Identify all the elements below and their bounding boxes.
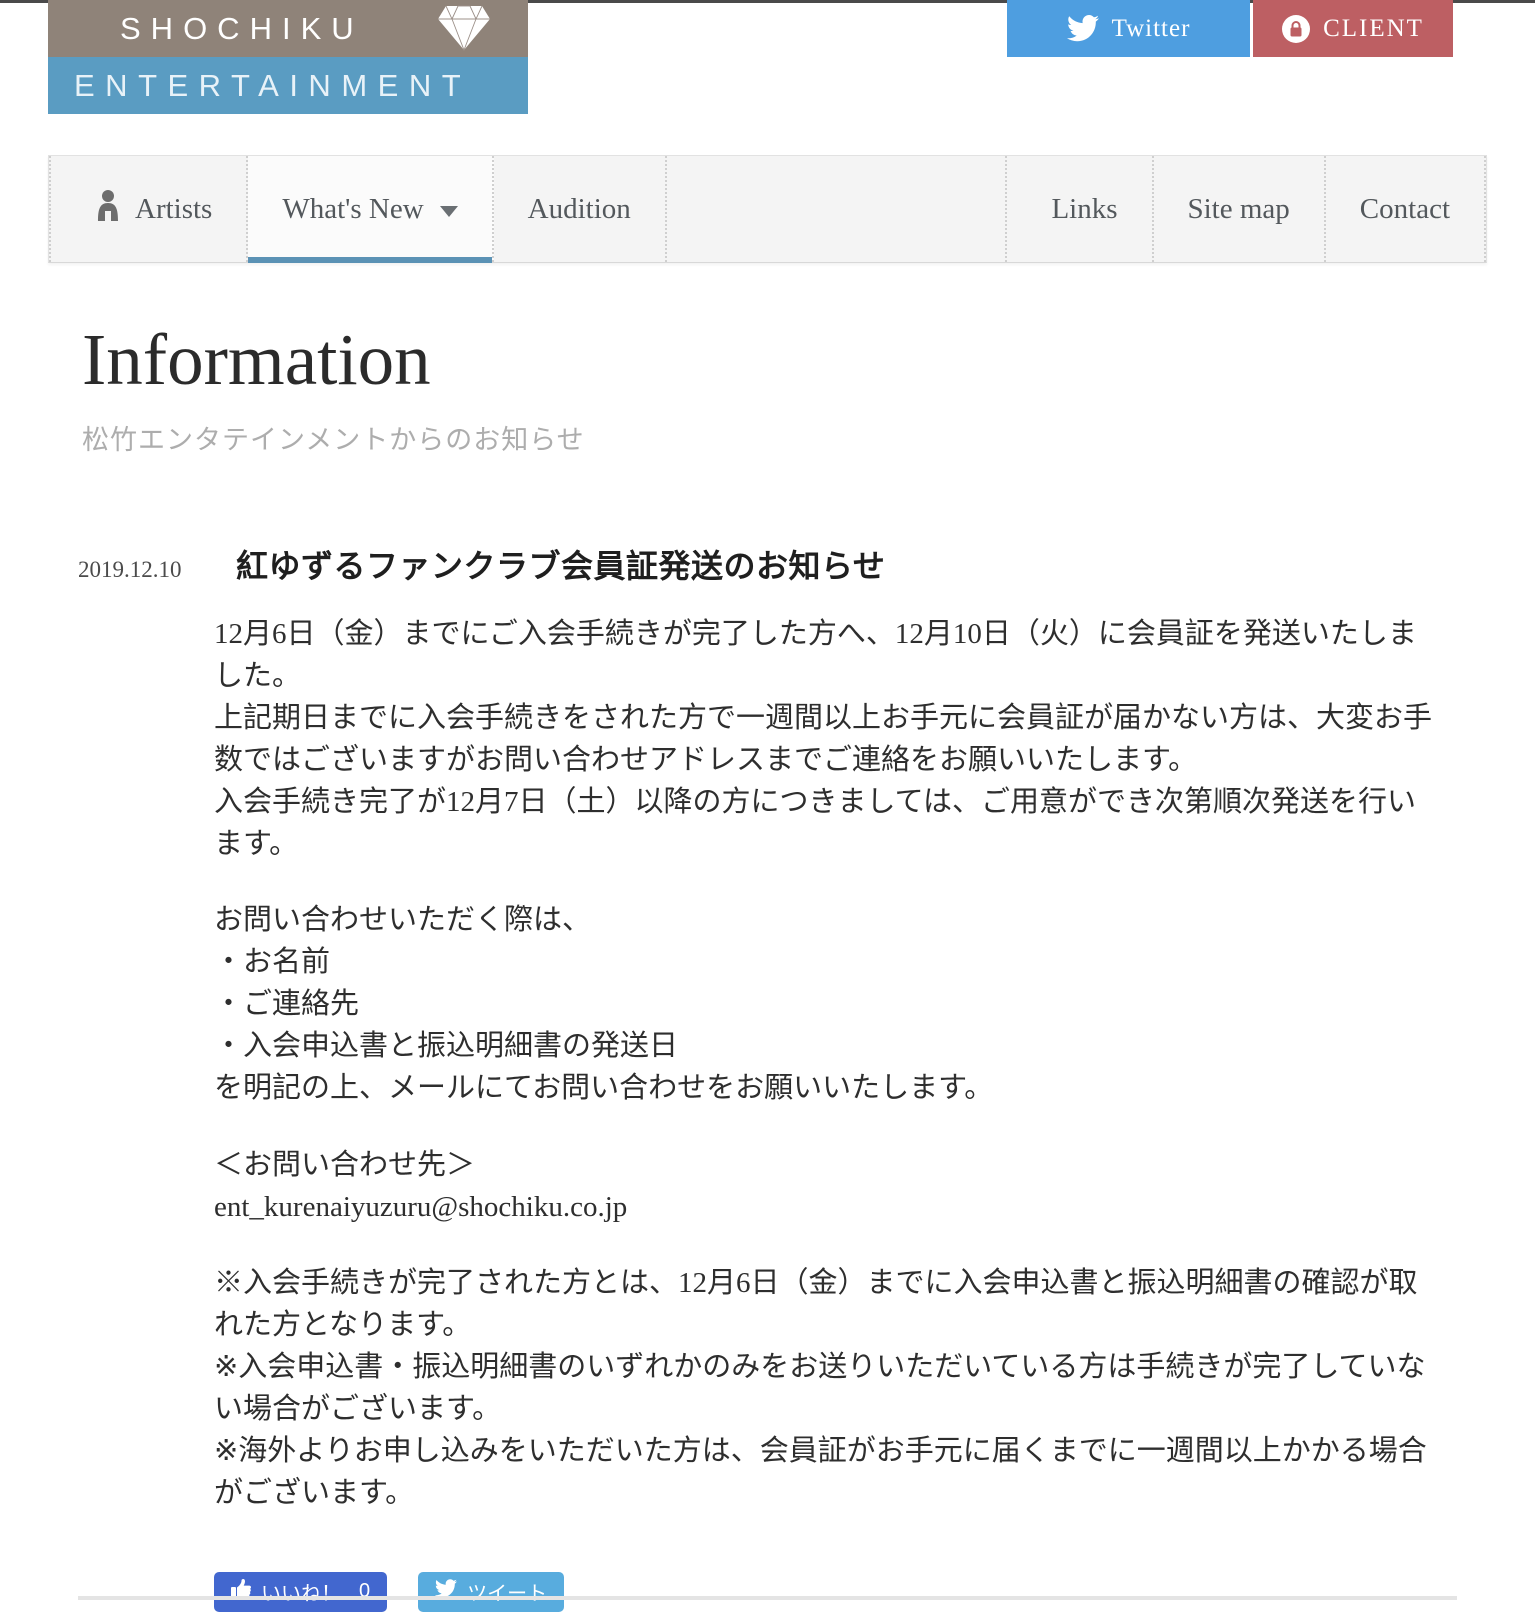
article-contact-block: ＜お問い合わせ先＞ ent_kurenaiyuzuru@shochiku.co.… — [214, 1148, 628, 1223]
page-title: Information — [82, 319, 431, 400]
site-header: SHOCHIKU ENTERTAINMENT Twitter CLIENT — [0, 0, 1535, 120]
client-button-label: CLIENT — [1323, 14, 1424, 42]
article-paragraph-2: お問い合わせいただく際は、 ・お名前 ・ご連絡先 ・入会申込書と振込明細書の発送… — [214, 904, 994, 1105]
header-actions: Twitter CLIENT — [1007, 0, 1453, 57]
logo-bottom-band: ENTERTAINMENT — [48, 57, 528, 114]
footer-divider — [78, 1595, 1457, 1600]
person-icon — [95, 189, 121, 229]
nav-item-audition-label: Audition — [527, 192, 631, 225]
nav-right-group: Links Site map Contact — [1005, 156, 1486, 262]
article-header: 2019.12.10 紅ゆずるファンクラブ会員証発送のお知らせ — [78, 541, 1443, 587]
nav-item-links[interactable]: Links — [1005, 156, 1154, 262]
facebook-like-count: 0 — [359, 1580, 371, 1603]
news-article: 2019.12.10 紅ゆずるファンクラブ会員証発送のお知らせ 12月6日（金）… — [0, 541, 1535, 1612]
nav-item-site-map-label: Site map — [1187, 192, 1290, 225]
logo-shochiku-text: SHOCHIKU — [120, 10, 364, 46]
article-title: 紅ゆずるファンクラブ会員証発送のお知らせ — [236, 548, 886, 584]
chevron-down-icon — [439, 206, 458, 217]
nav-item-whats-new-label: What's New — [282, 192, 424, 225]
share-buttons: いいね！ 0 ツイート — [214, 1571, 1443, 1612]
page-subtitle: 松竹エンタテインメントからのお知らせ — [82, 425, 585, 455]
facebook-like-button[interactable]: いいね！ 0 — [214, 1571, 388, 1612]
nav-item-audition[interactable]: Audition — [494, 156, 667, 262]
nav-item-artists-label: Artists — [135, 192, 213, 225]
facebook-like-label: いいね！ — [261, 1583, 341, 1606]
twitter-bird-icon — [435, 1579, 458, 1604]
nav-item-whats-new[interactable]: What's New — [248, 156, 494, 263]
twitter-button-label: Twitter — [1111, 14, 1191, 42]
main-navigation: Artists What's New Audition Links Site m… — [48, 155, 1487, 263]
article-date: 2019.12.10 — [78, 557, 182, 582]
article-notes: ※入会手続きが完了された方とは、12月6日（金）までに入会申込書と振込明細書の確… — [214, 1266, 1427, 1509]
site-logo[interactable]: SHOCHIKU ENTERTAINMENT — [48, 0, 528, 120]
nav-item-contact-label: Contact — [1359, 192, 1450, 225]
logo-entertainment-text: ENTERTAINMENT — [74, 67, 472, 103]
lock-icon — [1282, 14, 1311, 43]
nav-item-artists[interactable]: Artists — [49, 156, 249, 262]
article-body: 12月6日（金）までにご入会手続きが完了した方へ、12月10日（火）に会員証を発… — [214, 613, 1443, 1514]
thumbs-up-icon — [231, 1579, 251, 1604]
nav-item-links-label: Links — [1051, 192, 1118, 225]
twitter-bird-icon — [1066, 15, 1099, 42]
tweet-button-label: ツイート — [467, 1583, 548, 1606]
twitter-button[interactable]: Twitter — [1007, 0, 1250, 57]
nav-item-contact[interactable]: Contact — [1326, 156, 1486, 262]
logo-top-band: SHOCHIKU — [48, 0, 528, 57]
page-header: Information 松竹エンタテインメントからのお知らせ — [82, 323, 1535, 457]
diamond-icon — [436, 4, 492, 52]
article-paragraph-1: 12月6日（金）までにご入会手続きが完了した方へ、12月10日（火）に会員証を発… — [214, 618, 1433, 861]
tweet-button[interactable]: ツイート — [418, 1571, 565, 1612]
client-button[interactable]: CLIENT — [1253, 0, 1453, 57]
nav-item-site-map[interactable]: Site map — [1154, 156, 1326, 262]
